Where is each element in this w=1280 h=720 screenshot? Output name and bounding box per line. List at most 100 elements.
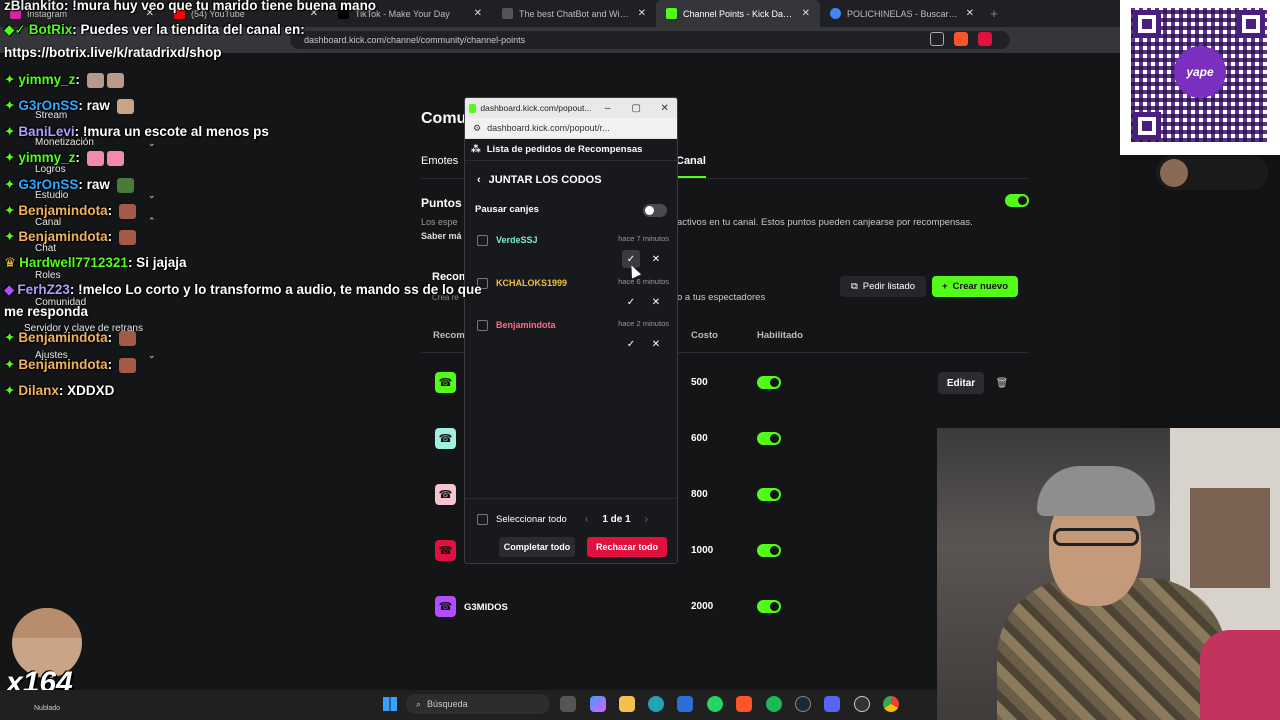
- sub-badge-icon: ✦: [4, 330, 16, 345]
- external-link-icon: ⧉: [850, 281, 858, 292]
- chat-message: ✦ Benjamindota:: [4, 357, 136, 373]
- brave-rewards-icon[interactable]: [978, 32, 992, 46]
- chat-text: :: [107, 229, 113, 244]
- reject-all-button[interactable]: Rechazar todo: [587, 537, 667, 557]
- webcam-shelf: [1190, 488, 1270, 588]
- steam-icon[interactable]: [795, 696, 811, 712]
- approve-check-icon[interactable]: ✓: [622, 293, 640, 311]
- complete-all-button[interactable]: Completar todo: [499, 537, 575, 557]
- request-list-button[interactable]: ⧉ Pedir listado: [840, 276, 926, 297]
- reward-title-row: ‹ JUNTAR LOS CODOS: [477, 174, 602, 186]
- reward-name: JUNTAR LOS CODOS: [488, 174, 602, 186]
- chat-username: Hardwell7712321: [19, 255, 128, 270]
- request-item: VerdeSSJ hace 7 minutos ✓ ✕: [475, 234, 669, 275]
- yape-logo: yape: [1174, 46, 1226, 98]
- close-icon[interactable]: ✕: [966, 8, 974, 19]
- chat-message: ✦ yimmy_z:: [4, 150, 124, 166]
- request-checkbox[interactable]: [477, 320, 488, 331]
- chat-username: FerhZ23: [17, 282, 70, 297]
- emote-icon: [116, 177, 134, 193]
- pause-redemptions-toggle[interactable]: [643, 204, 667, 217]
- copilot-icon[interactable]: [590, 696, 606, 712]
- reject-x-icon[interactable]: ✕: [647, 250, 665, 268]
- brave-shield-icon[interactable]: [954, 32, 968, 46]
- request-checkbox[interactable]: [477, 235, 488, 246]
- weather-label[interactable]: Nublado: [34, 705, 60, 712]
- brave-icon[interactable]: [736, 696, 752, 712]
- taskbar-search-placeholder: Búsqueda: [427, 699, 468, 709]
- create-reward-button[interactable]: + Crear nuevo: [932, 276, 1018, 297]
- chat-text: :: [107, 203, 113, 218]
- request-time: hace 7 minutos: [618, 234, 669, 243]
- chat-text: : Si jajaja: [127, 255, 187, 270]
- close-icon[interactable]: ✕: [638, 8, 646, 19]
- new-tab-button[interactable]: +: [984, 0, 1004, 27]
- gem-badge-icon: ◆: [4, 282, 15, 297]
- toolbar-icons: [930, 32, 992, 46]
- reward-enabled-toggle[interactable]: [757, 600, 781, 613]
- request-user: KCHALOKS1999: [496, 278, 568, 288]
- whatsapp-icon[interactable]: [707, 696, 723, 712]
- rewards-list-icon: ⁂: [471, 144, 481, 155]
- close-icon[interactable]: ✕: [652, 103, 677, 114]
- chat-username: Benjamindota: [18, 203, 108, 218]
- reward-enabled-toggle[interactable]: [757, 544, 781, 557]
- obs-icon[interactable]: [854, 696, 870, 712]
- approve-check-icon[interactable]: ✓: [622, 335, 640, 353]
- chat-username: zBlankito: [4, 0, 65, 13]
- qr-finder: [1133, 112, 1161, 140]
- google-icon: [830, 8, 841, 19]
- reward-enabled-toggle[interactable]: [757, 376, 781, 389]
- chat-message: ◆ FerhZ23: !melco Lo corto y lo transform…: [4, 282, 482, 298]
- chat-message: zBlankito: !mura huy veo que tu marido t…: [4, 0, 376, 13]
- trash-icon[interactable]: 🗑: [990, 372, 1014, 394]
- chat-username: G3rOnSS: [18, 177, 79, 192]
- chat-text: : XDDXD: [58, 383, 115, 398]
- chat-message: ◆✓ BotRix: Puedes ver la tiendita del can…: [4, 22, 305, 38]
- file-explorer-icon[interactable]: [619, 696, 635, 712]
- close-icon[interactable]: ✕: [802, 8, 810, 19]
- chat-text: :: [107, 357, 113, 372]
- reward-name: G3MIDOS: [464, 602, 508, 613]
- reward-enabled-toggle[interactable]: [757, 488, 781, 501]
- close-icon[interactable]: ✕: [474, 8, 482, 19]
- browser-tab-active[interactable]: Channel Points - Kick Dashboard ✕: [656, 0, 820, 27]
- store-icon[interactable]: [677, 696, 693, 712]
- browser-tab[interactable]: POLICHINELAS - Buscar con Google ✕: [820, 0, 984, 27]
- task-view-icon[interactable]: [560, 696, 576, 712]
- back-icon[interactable]: ‹: [477, 174, 481, 186]
- taskbar-search[interactable]: ⌕ Búsqueda: [406, 694, 550, 714]
- heart-emote-icon: [86, 150, 104, 166]
- minimize-icon[interactable]: –: [595, 103, 620, 114]
- maximize-icon[interactable]: ▢: [624, 103, 649, 114]
- botrix-icon: [502, 8, 513, 19]
- discord-icon[interactable]: [824, 696, 840, 712]
- popup-header: ⁂ Lista de pedidos de Recompensas: [465, 139, 677, 161]
- points-enabled-toggle[interactable]: [1005, 194, 1029, 207]
- reject-x-icon[interactable]: ✕: [647, 293, 665, 311]
- chat-text: : Puedes ver la tiendita del canal en:: [72, 22, 305, 37]
- spotify-icon[interactable]: [766, 696, 782, 712]
- avatar-hair: [12, 608, 82, 638]
- chrome-icon[interactable]: [883, 696, 899, 712]
- kick-icon: [469, 103, 477, 113]
- share-icon[interactable]: [930, 32, 944, 46]
- browser-tab[interactable]: The best ChatBot and Widgets for K... ✕: [492, 0, 656, 27]
- windows-start-icon[interactable]: [383, 697, 397, 711]
- reward-enabled-toggle[interactable]: [757, 432, 781, 445]
- edit-reward-button[interactable]: Editar: [938, 372, 984, 394]
- popup-address-bar[interactable]: ⚙ dashboard.kick.com/popout/r...: [465, 118, 677, 139]
- chat-text: : !melco Lo corto y lo transformo a audi…: [69, 282, 482, 297]
- chat-text: :: [75, 150, 80, 165]
- popup-header-title: Lista de pedidos de Recompensas: [486, 144, 643, 155]
- reject-x-icon[interactable]: ✕: [647, 335, 665, 353]
- select-all-checkbox[interactable]: [477, 514, 488, 525]
- edge-icon[interactable]: [648, 696, 664, 712]
- chevron-right-icon[interactable]: ›: [645, 514, 648, 525]
- column-header-cost: Costo: [691, 330, 718, 341]
- site-settings-icon[interactable]: ⚙: [473, 123, 481, 134]
- reward-icon: ☎: [435, 596, 456, 617]
- streamer-cap: [1037, 466, 1155, 516]
- chevron-left-icon[interactable]: ‹: [585, 514, 588, 525]
- tab-canal[interactable]: Canal: [676, 155, 706, 167]
